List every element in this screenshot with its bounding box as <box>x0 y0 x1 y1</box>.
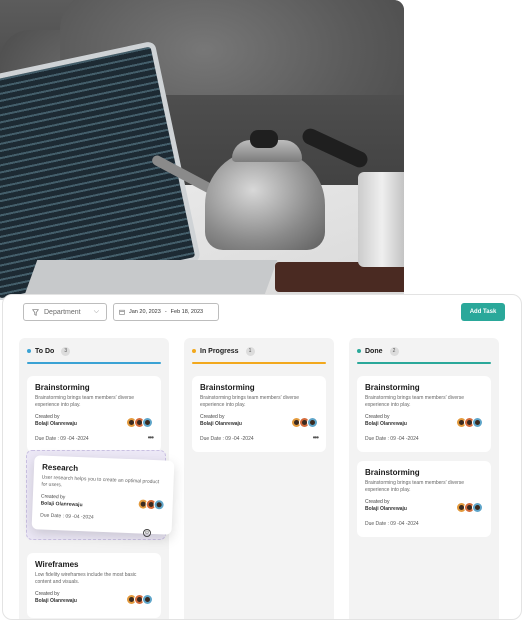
task-card[interactable]: Brainstorming Brainstorming brings team … <box>27 376 161 452</box>
created-label: Created by <box>35 414 60 420</box>
due-date: Due Date : 09 -04 -2024 <box>365 436 419 442</box>
column-count: 3 <box>61 346 71 356</box>
due-date: Due Date : 09 -04 -2024 <box>365 521 419 527</box>
column-count: 1 <box>245 346 255 356</box>
toolbar: Department ⌵ Jan 20, 2023 - Feb 18, 2023… <box>23 303 505 325</box>
avatar <box>472 417 483 428</box>
card-title: Wireframes <box>35 560 79 569</box>
card-footer: Due Date : 09 -04 -2024 <box>365 521 483 527</box>
card-footer: Due Date : 09 -04 -2024 ••• <box>200 433 319 442</box>
filter-icon <box>32 308 39 316</box>
due-date: Due Date : 09 -04 -2024 <box>40 512 94 521</box>
status-dot <box>357 349 361 353</box>
created-label: Created by <box>200 414 225 420</box>
date-separator: - <box>164 309 167 315</box>
assignee-avatars <box>456 417 483 428</box>
more-icon[interactable]: ••• <box>313 433 319 442</box>
assignee-avatars <box>137 498 165 511</box>
card-description: Brainstorming brings team members' diver… <box>200 395 300 408</box>
status-dot <box>27 349 31 353</box>
assignee-avatars <box>126 594 153 605</box>
card-title: Brainstorming <box>365 383 420 392</box>
department-label: Department <box>44 308 81 316</box>
task-card[interactable]: Brainstorming Brainstorming brings team … <box>357 376 491 452</box>
status-dot <box>192 349 196 353</box>
card-title: Brainstorming <box>365 468 420 477</box>
avatar <box>142 594 153 605</box>
avatar <box>142 417 153 428</box>
card-description: Brainstorming brings team members' diver… <box>35 395 135 408</box>
add-task-button[interactable]: Add Task <box>461 303 505 321</box>
card-description: Low fidelity wireframes include the most… <box>35 572 137 585</box>
hero-photo <box>0 0 404 300</box>
assignee-avatars <box>126 417 153 428</box>
task-card[interactable]: Brainstorming Brainstorming brings team … <box>192 376 326 452</box>
drag-handle-icon[interactable]: ⊙ <box>143 529 151 537</box>
column-title: To Do <box>35 347 55 355</box>
created-label: Created by <box>40 493 66 501</box>
more-icon[interactable]: ••• <box>148 433 154 442</box>
page: Department ⌵ Jan 20, 2023 - Feb 18, 2023… <box>0 0 523 622</box>
due-date: Due Date : 09 -04 -2024 <box>200 436 254 442</box>
column-in-progress: In Progress 1 Brainstorming Brainstormin… <box>184 338 334 619</box>
card-footer: Due Date : 09 -04 -2024 <box>365 436 483 442</box>
card-description: Brainstorming brings team members' diver… <box>365 395 465 408</box>
kettle-body <box>205 150 325 250</box>
assignee-avatars <box>291 417 318 428</box>
avatar <box>472 502 483 513</box>
department-filter[interactable]: Department ⌵ <box>23 303 107 321</box>
card-description: Brainstorming brings team members' diver… <box>365 480 465 493</box>
column-underline <box>27 362 161 364</box>
created-label: Created by <box>35 591 60 597</box>
column-header: Done 2 <box>357 345 491 357</box>
calendar-icon <box>119 309 125 315</box>
card-title: Brainstorming <box>35 383 90 392</box>
created-label: Created by <box>365 414 390 420</box>
date-range-picker[interactable]: Jan 20, 2023 - Feb 18, 2023 <box>113 303 219 321</box>
column-underline <box>192 362 326 364</box>
column-title: Done <box>365 347 383 355</box>
card-description: User research helps you to create an opt… <box>41 474 160 488</box>
assignee-avatars <box>456 502 483 513</box>
due-date: Due Date : 09 -04 -2024 <box>35 436 89 442</box>
chevron-down-icon: ⌵ <box>93 308 99 315</box>
task-card[interactable]: Brainstorming Brainstorming brings team … <box>357 461 491 537</box>
avatar <box>307 417 318 428</box>
avatar <box>153 499 165 511</box>
kettle-knob <box>250 130 278 148</box>
task-card[interactable]: Wireframes Low fidelity wireframes inclu… <box>27 553 161 618</box>
dragging-task-card[interactable]: Research User research helps you to crea… <box>31 455 175 535</box>
date-start: Jan 20, 2023 <box>129 309 161 315</box>
card-footer: Due Date : 09 -04 -2024 ••• <box>35 433 154 442</box>
card-footer: Due Date : 09 -04 -2024 <box>40 512 164 523</box>
column-done: Done 2 Brainstorming Brainstorming bring… <box>349 338 499 619</box>
column-header: In Progress 1 <box>192 345 326 357</box>
steel-cup <box>358 172 404 267</box>
column-header: To Do 3 <box>27 345 161 357</box>
card-title: Brainstorming <box>200 383 255 392</box>
created-label: Created by <box>365 499 390 505</box>
column-count: 2 <box>389 346 399 356</box>
column-underline <box>357 362 491 364</box>
date-end: Feb 18, 2023 <box>170 309 204 315</box>
column-title: In Progress <box>200 347 239 355</box>
